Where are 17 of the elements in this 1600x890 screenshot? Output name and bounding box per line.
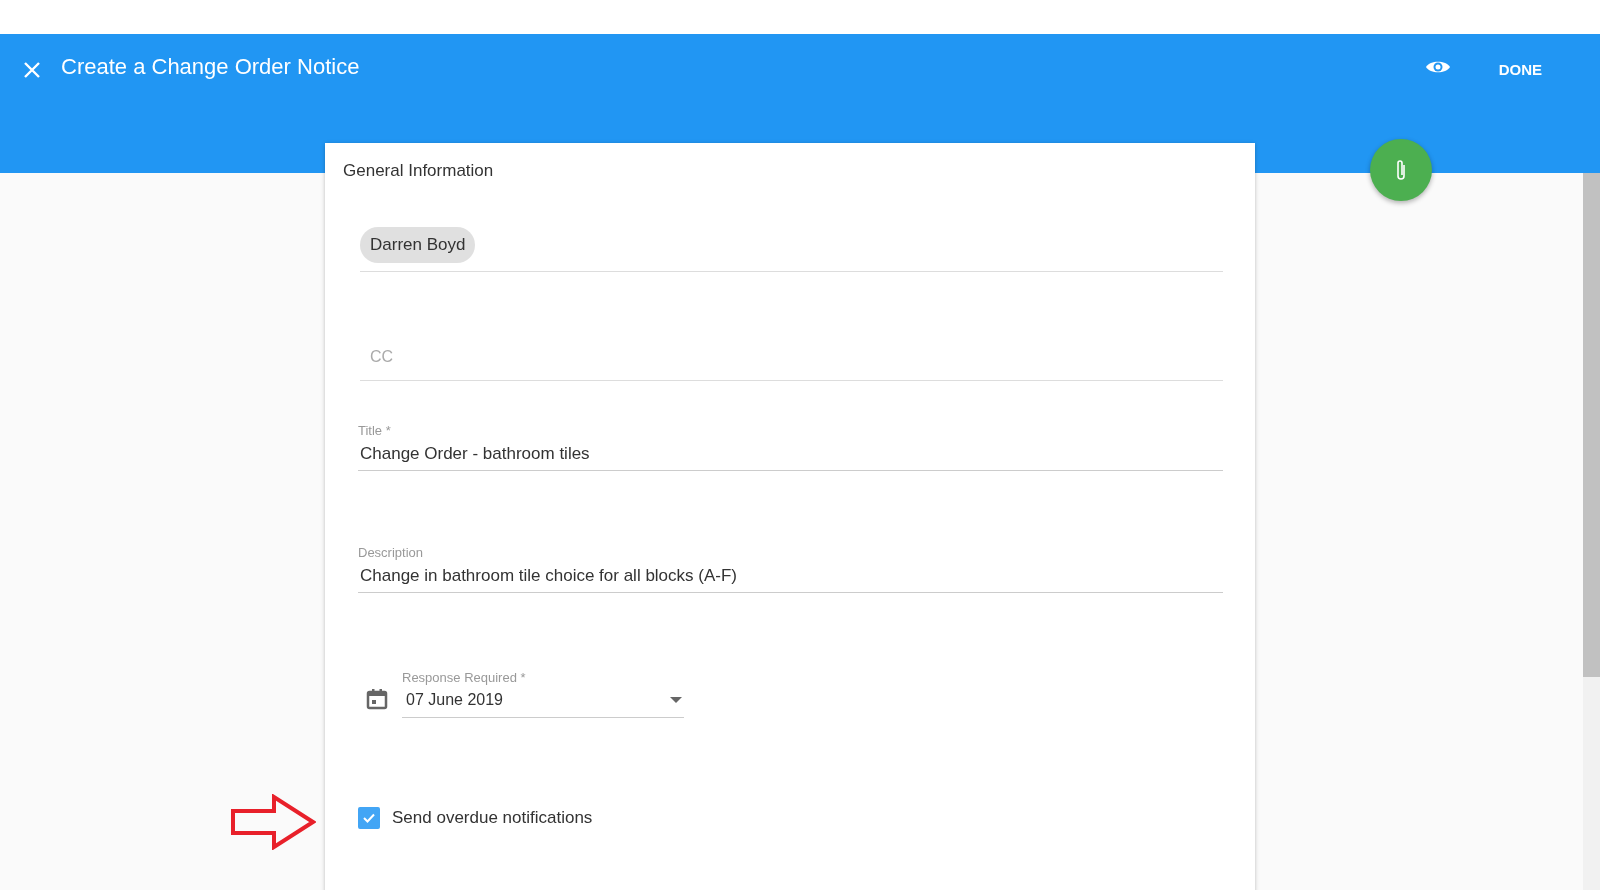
- checkmark-icon: [362, 812, 376, 824]
- window-title: Create a Change Order Notice: [61, 54, 360, 80]
- checkbox-label: Send overdue notifications: [392, 808, 593, 828]
- calendar-icon: [366, 688, 388, 710]
- caret-icon: [670, 697, 682, 703]
- field-label: Description: [358, 545, 425, 560]
- attach-button[interactable]: [1370, 139, 1432, 201]
- close-icon: [23, 61, 41, 79]
- recipient-chip[interactable]: Darren Boyd: [360, 227, 476, 263]
- scrollbar-thumb[interactable]: [1583, 173, 1600, 677]
- paperclip-icon: [1395, 158, 1407, 182]
- checkbox[interactable]: [358, 807, 380, 829]
- date-dropdown[interactable]: 07 June 2019: [402, 685, 684, 718]
- recipients-field[interactable]: Darren Boyd: [360, 227, 1223, 272]
- field-label: Response Required *: [402, 670, 527, 685]
- field-label: Title *: [358, 423, 392, 438]
- section-title: General Information: [343, 161, 495, 181]
